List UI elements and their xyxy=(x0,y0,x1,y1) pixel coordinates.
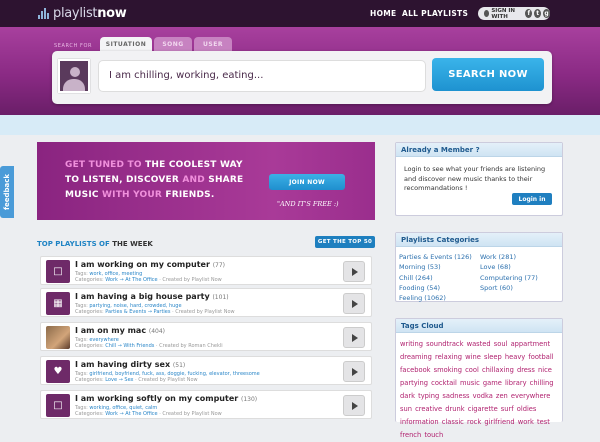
facebook-icon[interactable]: f xyxy=(525,9,533,18)
login-button[interactable]: Login in xyxy=(512,193,552,205)
free-note: "AND IT'S FREE :) xyxy=(277,200,339,208)
signin-with[interactable]: SIGN IN WITH f t g xyxy=(478,7,550,20)
promo-banner: GET TUNED TO THE COOLEST WAY TO LISTEN, … xyxy=(37,142,375,220)
hero-search-area: SEARCH FOR SITUATION SONG USER I am chil… xyxy=(0,27,600,115)
category-link[interactable]: Feeling (1062) xyxy=(399,293,472,303)
play-button[interactable] xyxy=(343,293,365,314)
user-photo-icon xyxy=(46,326,70,349)
category-link[interactable]: Sport (60) xyxy=(480,283,538,293)
play-icon xyxy=(352,367,358,376)
tab-situation[interactable]: SITUATION xyxy=(100,37,152,51)
member-panel: Already a Member ? Login to see what you… xyxy=(395,142,563,216)
category-link[interactable]: Fooding (54) xyxy=(399,283,472,293)
category-link[interactable]: Chill (264) xyxy=(399,273,472,283)
playlist-item[interactable]: I am on my mac (404) Tags: everywhere Ca… xyxy=(40,322,372,351)
playlist-categories: Categories: Work → At The Office · Creat… xyxy=(75,411,222,417)
logo[interactable]: playlistnow xyxy=(38,6,127,21)
search-input[interactable]: I am chilling, working, eating... xyxy=(98,60,426,92)
search-box: I am chilling, working, eating... SEARCH… xyxy=(52,51,552,104)
categories-panel-title: Playlists Categories xyxy=(396,233,562,247)
trash-icon: ▦ xyxy=(46,292,70,315)
heart-icon: ♥ xyxy=(46,360,70,383)
tags-cloud[interactable]: writing soundtrack wasted soul appartmen… xyxy=(400,338,560,442)
playlist-item[interactable]: □ I am working on my computer (77) Tags:… xyxy=(40,256,372,285)
playlist-categories: Categories: Chill → With Friends · Creat… xyxy=(75,343,223,349)
play-icon xyxy=(352,333,358,342)
feedback-tab[interactable]: feedback xyxy=(0,166,14,218)
signin-label: SIGN IN WITH xyxy=(491,7,516,20)
playlist-categories: Categories: Love → Sex · Created by Play… xyxy=(75,377,198,383)
member-panel-title: Already a Member ? xyxy=(396,143,562,157)
twitter-icon[interactable]: t xyxy=(534,9,542,18)
search-for-label: SEARCH FOR xyxy=(54,43,93,49)
tab-user[interactable]: USER xyxy=(194,37,232,51)
playlist-item[interactable]: □ I am working softly on my computer (13… xyxy=(40,390,372,419)
google-icon[interactable]: g xyxy=(543,9,550,18)
logo-bars-icon xyxy=(38,8,49,19)
play-icon xyxy=(352,267,358,276)
user-icon xyxy=(484,10,490,17)
tags-cloud-title: Tags Cloud xyxy=(396,319,562,333)
playlist-title[interactable]: I am working softly on my computer (130) xyxy=(75,394,257,403)
banner-line-2: TO LISTEN, DISCOVER AND SHARE xyxy=(65,175,244,185)
top-playlists-title: TOP PLAYLISTS OF THE WEEK xyxy=(37,240,153,248)
banner-line-1: GET TUNED TO THE COOLEST WAY xyxy=(65,160,243,170)
tags-cloud-panel: Tags Cloud writing soundtrack wasted sou… xyxy=(395,318,563,439)
member-text: Login to see what your friends are liste… xyxy=(404,165,546,192)
play-button[interactable] xyxy=(343,261,365,282)
nav-home[interactable]: HOME xyxy=(370,9,396,18)
play-button[interactable] xyxy=(343,361,365,382)
category-link[interactable]: Morning (53) xyxy=(399,262,472,272)
search-now-button[interactable]: SEARCH NOW xyxy=(432,58,544,91)
divider-strip xyxy=(0,115,600,135)
categories-left: Parties & Events (126) Morning (53) Chil… xyxy=(399,252,472,303)
nav-all-playlists[interactable]: ALL PLAYLISTS xyxy=(402,9,468,18)
play-button[interactable] xyxy=(343,395,365,416)
playlist-categories: Categories: Parties & Events → Parties ·… xyxy=(75,309,235,315)
avatar[interactable] xyxy=(58,59,90,93)
playlist-title[interactable]: I am on my mac (404) xyxy=(75,326,165,335)
top-bar: playlistnow HOME ALL PLAYLISTS SIGN IN W… xyxy=(0,0,600,27)
banner-line-3: MUSIC WITH YOUR FRIENDS. xyxy=(65,190,215,200)
monitor-icon: □ xyxy=(46,260,70,283)
playlist-item[interactable]: ▦ I am having a big house party (101) Ta… xyxy=(40,288,372,317)
playlist-title[interactable]: I am working on my computer (77) xyxy=(75,260,225,269)
categories-right: Work (281) Love (68) Computering (77) Sp… xyxy=(480,252,538,293)
playlist-title[interactable]: I am having dirty sex (51) xyxy=(75,360,185,369)
play-icon xyxy=(352,299,358,308)
playlist-item[interactable]: ♥ I am having dirty sex (51) Tags: girlf… xyxy=(40,356,372,385)
play-button[interactable] xyxy=(343,327,365,348)
category-link[interactable]: Computering (77) xyxy=(480,273,538,283)
get-top-50-button[interactable]: GET THE TOP 50 xyxy=(315,236,375,248)
logo-text: playlistnow xyxy=(53,6,127,21)
join-now-button[interactable]: JOIN NOW xyxy=(269,174,345,190)
tab-song[interactable]: SONG xyxy=(154,37,192,51)
playlist-title[interactable]: I am having a big house party (101) xyxy=(75,292,229,301)
monitor-icon: □ xyxy=(46,394,70,417)
category-link[interactable]: Parties & Events (126) xyxy=(399,252,472,262)
playlist-categories: Categories: Work → At The Office · Creat… xyxy=(75,277,222,283)
categories-panel: Playlists Categories Parties & Events (1… xyxy=(395,232,563,302)
category-link[interactable]: Work (281) xyxy=(480,252,538,262)
category-link[interactable]: Love (68) xyxy=(480,262,538,272)
play-icon xyxy=(352,401,358,410)
